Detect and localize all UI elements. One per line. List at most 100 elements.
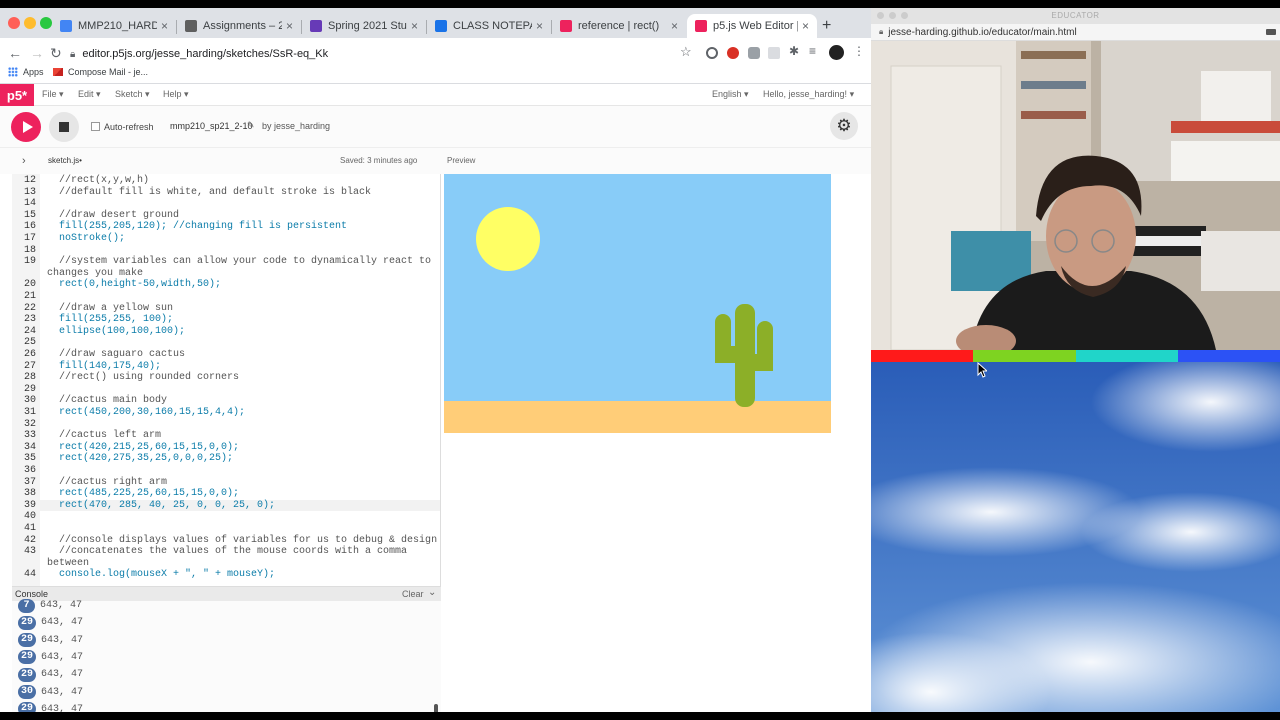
tab-close-icon[interactable]: × — [802, 19, 809, 33]
color-swatch-blue[interactable] — [1177, 350, 1280, 362]
code-line[interactable]: 39 rect(470, 285, 40, 25, 0, 0, 25, 0); — [12, 500, 440, 512]
block-extension-icon[interactable] — [706, 47, 718, 59]
code-line[interactable]: 31 rect(450,200,30,160,15,15,4,4); — [12, 407, 440, 419]
opera-extension-icon[interactable] — [727, 47, 739, 59]
console-repeat-count: 7 — [18, 598, 35, 613]
settings-gear-icon[interactable]: ⚙ — [830, 112, 858, 140]
bookmark-compose-mail[interactable]: Compose Mail - je... — [53, 67, 148, 77]
code-line[interactable]: 32 — [12, 419, 440, 431]
code-line[interactable]: 42 //console displays values of variable… — [12, 535, 440, 547]
sketch-canvas[interactable] — [444, 174, 831, 433]
auto-refresh-checkbox[interactable] — [91, 122, 100, 131]
menu-help[interactable]: Help ▾ — [163, 89, 189, 100]
color-bar[interactable] — [871, 350, 1280, 362]
bookmark-apps[interactable]: Apps — [8, 67, 44, 77]
bookmark-star-icon[interactable]: ☆ — [680, 44, 692, 60]
language-menu[interactable]: English ▾ — [712, 89, 749, 100]
code-editor[interactable]: 12 //rect(x,y,w,h) 13 //default fill is w… — [12, 174, 441, 586]
play-button[interactable] — [11, 112, 41, 142]
code-line[interactable]: between — [12, 558, 440, 570]
browser-tab[interactable]: CLASS NOTEPAD MMP × — [427, 14, 551, 38]
menu-sketch[interactable]: Sketch ▾ — [115, 89, 150, 100]
code-line[interactable]: 38 rect(485,225,25,60,15,15,0,0); — [12, 488, 440, 500]
menu-edit[interactable]: Edit ▾ — [78, 89, 101, 100]
code-line[interactable]: 27 fill(140,175,40); — [12, 361, 440, 373]
edit-name-pencil-icon[interactable]: ✎ — [247, 120, 255, 131]
account-menu[interactable]: Hello, jesse_harding! ▾ — [763, 89, 854, 100]
code-line[interactable]: 16 fill(255,205,120); //changing fill is… — [12, 221, 440, 233]
code-line[interactable]: 14 — [12, 198, 440, 210]
extension-icon-2[interactable] — [768, 47, 780, 59]
color-swatch-teal[interactable] — [1075, 350, 1178, 362]
line-number: 37 — [23, 476, 36, 488]
code-line[interactable]: 18 — [12, 245, 440, 257]
minimize-window-icon[interactable] — [889, 12, 896, 19]
tab-close-icon[interactable]: × — [161, 19, 168, 33]
code-line[interactable]: 26 //draw saguaro cactus — [12, 349, 440, 361]
browser-tab[interactable]: Spring 2021 Student Su × — [302, 14, 426, 38]
reader-icon[interactable] — [1266, 29, 1276, 35]
tab-close-icon[interactable]: × — [536, 19, 543, 33]
educator-address-bar[interactable]: 🔒︎ jesse-harding.github.io/educator/main… — [871, 24, 1280, 41]
tab-close-icon[interactable]: × — [671, 19, 678, 33]
code-line[interactable]: 25 — [12, 337, 440, 349]
code-line[interactable]: 30 //cactus main body — [12, 395, 440, 407]
code-text: fill(255,255, 100); — [47, 314, 174, 326]
close-window-icon[interactable] — [877, 12, 884, 19]
code-text: rect(420,215,25,60,15,15,0,0); — [47, 441, 240, 453]
minimize-window-icon[interactable] — [24, 17, 36, 29]
console-collapse-chevron-icon[interactable]: ⌄ — [428, 587, 436, 598]
code-line[interactable]: 41 — [12, 523, 440, 535]
code-line[interactable]: 29 — [12, 384, 440, 396]
code-line[interactable]: 12 //rect(x,y,w,h) — [12, 175, 440, 187]
code-line[interactable]: 21 — [12, 291, 440, 303]
file-tab-sketch-js[interactable]: sketch.js• — [48, 156, 82, 165]
forward-icon[interactable]: → — [30, 45, 44, 61]
code-line[interactable]: 24 ellipse(100,100,100); — [12, 326, 440, 338]
color-swatch-green[interactable] — [973, 350, 1076, 362]
maximize-window-icon[interactable] — [901, 12, 908, 19]
code-line[interactable]: 28 //rect() using rounded corners — [12, 372, 440, 384]
code-line[interactable]: 35 rect(420,275,35,25,0,0,0,25); — [12, 453, 440, 465]
code-line[interactable]: changes you make — [12, 268, 440, 280]
new-tab-button[interactable]: + — [822, 17, 831, 35]
media-queue-icon[interactable]: ≡ — [809, 44, 816, 58]
code-line[interactable]: 43 //concatenates the values of the mous… — [12, 546, 440, 558]
extension-icon[interactable] — [748, 47, 760, 59]
code-line[interactable]: 34 rect(420,215,25,60,15,15,0,0); — [12, 441, 440, 454]
console-clear-button[interactable]: Clear — [402, 589, 424, 599]
code-line[interactable]: 36 — [12, 465, 440, 477]
sketch-author[interactable]: by jesse_harding — [262, 121, 330, 131]
p5-logo[interactable]: p5* — [0, 84, 34, 106]
tab-close-icon[interactable]: × — [411, 19, 418, 33]
browser-tab[interactable]: p5.js Web Editor | mmp × — [687, 14, 817, 38]
code-line[interactable]: 20 rect(0,height-50,width,50); — [12, 279, 440, 291]
profile-avatar[interactable] — [829, 45, 844, 60]
tab-close-icon[interactable]: × — [286, 19, 293, 33]
code-line[interactable]: 13 //default fill is white, and default … — [12, 187, 440, 199]
browser-menu-icon[interactable]: ⋮ — [853, 44, 865, 58]
browser-tab[interactable]: Assignments – 2021 Sp × — [177, 14, 301, 38]
code-line[interactable]: 15 //draw desert ground — [12, 210, 440, 222]
maximize-window-icon[interactable] — [40, 17, 52, 29]
code-line[interactable]: 19 //system variables can allow your cod… — [12, 256, 440, 268]
code-line[interactable]: 23 fill(255,255, 100); — [12, 314, 440, 326]
console-scrollbar[interactable] — [434, 704, 438, 712]
browser-tab[interactable]: reference | rect() × — [552, 14, 686, 38]
code-line[interactable]: 44 console.log(mouseX + ", " + mouseY); — [12, 569, 440, 581]
close-window-icon[interactable] — [8, 17, 20, 29]
puzzle-extensions-icon[interactable]: ✱ — [789, 44, 799, 58]
browser-tab[interactable]: MMP210_HARDING_SP × — [52, 14, 176, 38]
back-icon[interactable]: ← — [8, 45, 22, 61]
reload-icon[interactable]: ↻ — [50, 45, 62, 62]
code-line[interactable]: 17 noStroke(); — [12, 233, 440, 245]
menu-file[interactable]: File ▾ — [42, 89, 64, 100]
code-line[interactable]: 22 //draw a yellow sun — [12, 303, 440, 315]
code-line[interactable]: 40 — [12, 511, 440, 523]
color-swatch-red[interactable] — [871, 350, 974, 362]
code-line[interactable]: 37 //cactus right arm — [12, 476, 440, 489]
stop-button[interactable] — [49, 112, 79, 142]
sketch-name[interactable]: mmp210_sp21_2-10 — [170, 121, 253, 131]
code-line[interactable]: 33 //cactus left arm — [12, 430, 440, 442]
toggle-sidebar-chevron-icon[interactable]: › — [22, 155, 26, 167]
